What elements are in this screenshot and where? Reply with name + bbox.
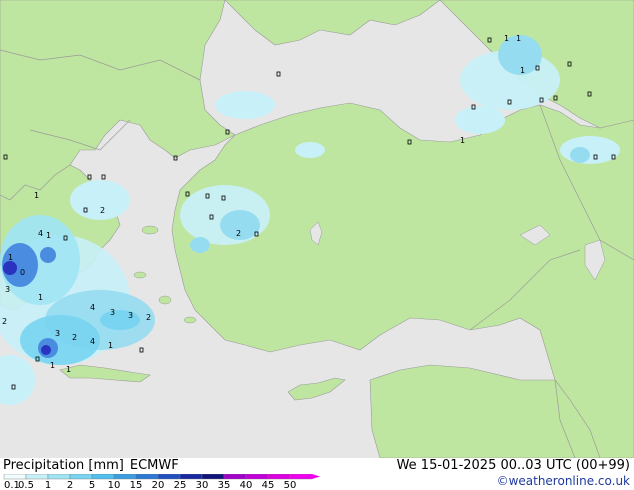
legend-swatch xyxy=(69,474,93,480)
legend-value: 50 xyxy=(284,480,297,490)
legend-swatch xyxy=(201,474,225,480)
legend-value: 2 xyxy=(67,480,73,490)
legend-value: 10 xyxy=(108,480,121,490)
color-scale-legend: 0.10.5 1 2 5 10 15 20 25 30 35 40 45 50 xyxy=(3,474,320,490)
rainfall-marker: 2 xyxy=(146,313,151,322)
rainfall-marker: 2 xyxy=(2,317,7,326)
legend-value: 35 xyxy=(218,480,231,490)
rainfall-marker: 3 xyxy=(128,311,133,320)
rainfall-marker: 4 xyxy=(38,229,43,238)
legend-swatch xyxy=(135,474,159,480)
rainfall-marker: 1 xyxy=(520,66,525,75)
valid-time: We 15-01-2025 00..03 UTC (00+99) xyxy=(396,458,630,473)
legend-swatch xyxy=(179,474,203,480)
rainfall-marker: 1 xyxy=(516,34,521,43)
legend-value: 5 xyxy=(89,480,95,490)
legend-swatch xyxy=(91,474,115,480)
rainfall-marker: 1 xyxy=(504,34,509,43)
rainfall-marker: 1 xyxy=(108,341,113,350)
legend-swatch xyxy=(157,474,181,480)
legend-swatch xyxy=(25,474,49,480)
model-text: ECMWF xyxy=(129,458,179,473)
legend-value: 30 xyxy=(196,480,209,490)
rainfall-marker: 1 xyxy=(38,293,43,302)
rainfall-marker: 1 xyxy=(8,253,13,262)
legend-value: 45 xyxy=(262,480,275,490)
legend-swatch xyxy=(113,474,137,480)
rainfall-marker: 3 xyxy=(110,308,115,317)
legend-value: 0.5 xyxy=(18,480,34,490)
rainfall-marker: 3 xyxy=(55,329,60,338)
legend-swatch xyxy=(289,474,313,480)
rainfall-marker: 1 xyxy=(46,231,51,240)
rainfall-marker: 1 xyxy=(460,136,465,145)
legend-swatch xyxy=(47,474,71,480)
legend-value: 15 xyxy=(130,480,143,490)
rainfall-marker: 1 xyxy=(34,191,39,200)
rainfall-marker: 4 xyxy=(90,337,95,346)
title-text: Precipitation [mm] xyxy=(3,458,124,473)
legend-swatch xyxy=(267,474,291,480)
legend-value: 1 xyxy=(45,480,51,490)
precipitation-map: 1 4 1 0 3 1 4 3 3 2 2 3 2 4 1 1 1 2 2 1 … xyxy=(0,0,634,458)
legend-swatch xyxy=(245,474,269,480)
legend-arrow xyxy=(312,474,320,479)
map-footer: Precipitation [mm] ECMWF We 15-01-2025 00… xyxy=(0,458,634,490)
rainfall-marker: 0 xyxy=(20,268,25,277)
rainfall-marker: 2 xyxy=(100,206,105,215)
rainfall-marker: 1 xyxy=(50,361,55,370)
map-title: Precipitation [mm] ECMWF xyxy=(3,458,185,473)
legend-value: 40 xyxy=(240,480,253,490)
legend-swatch xyxy=(3,474,27,480)
rainfall-marker: 1 xyxy=(66,365,71,374)
legend-value: 20 xyxy=(152,480,165,490)
legend-swatch xyxy=(223,474,247,480)
rainfall-marker: 4 xyxy=(90,303,95,312)
rainfall-marker: 2 xyxy=(236,229,241,238)
credit-link[interactable]: ©weatheronline.co.uk xyxy=(497,474,630,488)
rainfall-marker: 3 xyxy=(5,285,10,294)
legend-value: 25 xyxy=(174,480,187,490)
rainfall-marker: 2 xyxy=(72,333,77,342)
